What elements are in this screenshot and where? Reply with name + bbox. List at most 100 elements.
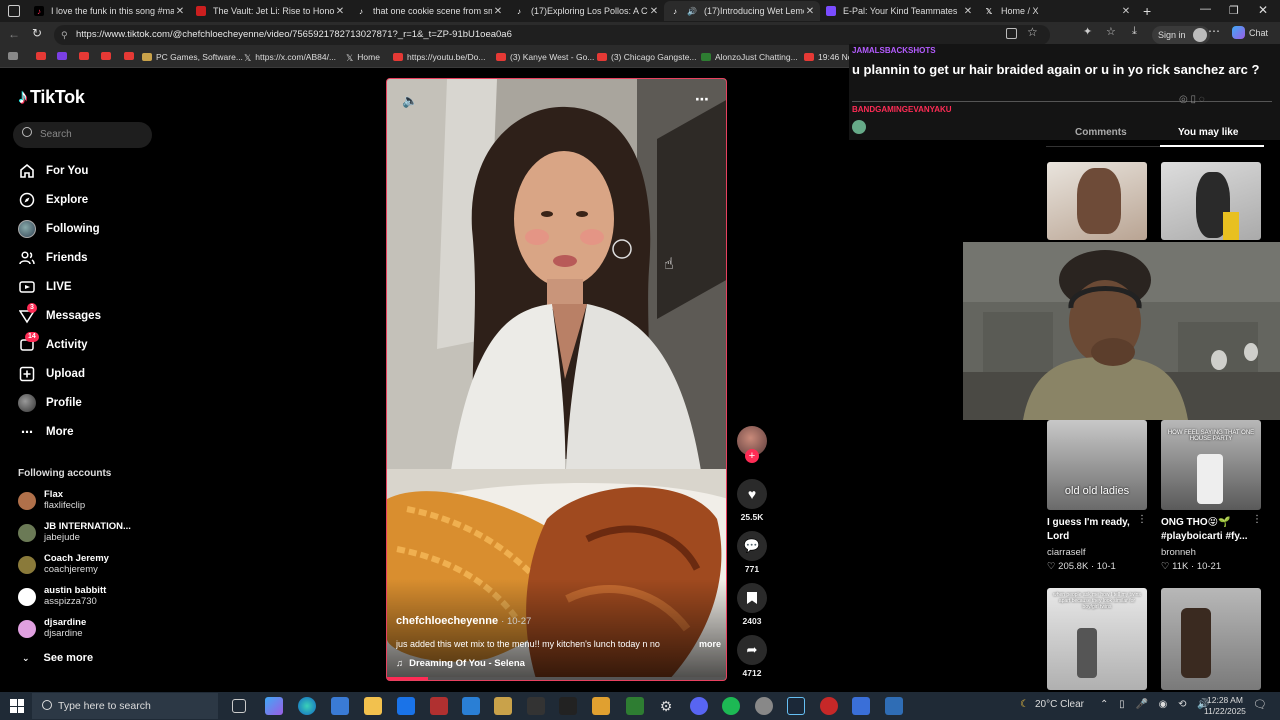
video-more-options-icon[interactable]: ⋯ [695,91,709,108]
suggested-video-thumbnail[interactable]: HOW FEEL SAYING THAT ONE HOUSE PARTY [1161,420,1261,510]
save-button[interactable]: 2403 [737,583,767,626]
favorites-icon[interactable]: ☆ [1106,25,1116,38]
bookmark-item[interactable] [57,52,71,60]
volume-icon[interactable]: 🔈 [402,93,418,109]
close-tab-icon[interactable]: ✕ [1120,6,1132,17]
tab-comments[interactable]: Comments [1075,127,1127,138]
video-more-options-icon[interactable]: ⋮ [1137,514,1147,525]
close-tab-icon[interactable]: ✕ [648,6,660,17]
suggested-video-user[interactable]: ciarraself [1047,547,1086,558]
copilot-chat-button[interactable]: Chat [1232,26,1268,39]
browser-tab[interactable]: 𝕏 Home / X ✕ [978,1,1136,21]
nav-following[interactable]: Following [18,220,100,238]
close-window-button[interactable]: ✕ [1258,3,1268,17]
app-icon[interactable] [592,697,610,715]
copilot-taskbar-icon[interactable] [265,697,283,715]
bookmark-item[interactable] [101,52,115,60]
tiktok-logo[interactable]: ♪ TikTok [18,86,85,109]
share-button[interactable]: ➦ 4712 [737,635,767,678]
bookmark-item[interactable]: PC Games, Software... [142,52,243,62]
following-account[interactable]: austin babbitt asspizza730 [18,585,106,608]
extensions-icon[interactable]: ✦ [1083,25,1092,38]
window-menu-icon[interactable] [8,5,20,17]
close-tab-icon[interactable]: ✕ [962,6,974,17]
suggested-video-title[interactable]: ONG THO😝🌱 #playboicarti #fy... [1161,516,1255,544]
spotify-icon[interactable] [722,697,740,715]
bookmark-item[interactable]: https://youtu.be/Do... [393,52,485,62]
app-icon[interactable] [885,697,903,715]
browser-tab[interactable]: E-Pal: Your Kind Teammates ✕ [820,1,978,21]
maximize-button[interactable]: ❐ [1229,4,1239,17]
suggested-video-thumbnail[interactable]: when people ask me how I tell my twins a… [1047,588,1147,690]
browser-tab-active[interactable]: ♪ 🔊 (17)Introducing Wet Lemon ✕ [664,1,820,21]
bookmark-item[interactable] [36,52,50,60]
search-input[interactable]: Search [13,122,152,148]
store-icon[interactable] [331,697,349,715]
outlook-icon[interactable] [397,697,415,715]
app-icon[interactable] [755,697,773,715]
nav-activity[interactable]: 14 Activity [18,332,88,354]
taskbar-search-input[interactable]: Type here to search [32,693,218,719]
app-icon[interactable] [494,697,512,715]
browser-tab[interactable]: The Vault: Jet Li: Rise to Honor (P ✕ [190,1,350,21]
bookmark-item[interactable]: AlonzoJust Chatting... [701,52,798,62]
browser-tab[interactable]: ♪ (17)Exploring Los Pollos: A Coupl ✕ [508,1,664,21]
video-author[interactable]: chefchloecheyenne [396,615,498,627]
nav-more[interactable]: ⋯ More [18,423,73,441]
file-explorer-icon[interactable] [364,697,382,715]
video-music[interactable]: ♫ Dreaming Of You - Selena [396,658,525,669]
suggested-video-thumbnail[interactable]: old old ladies [1047,420,1147,510]
app-icon[interactable] [462,697,480,715]
bookmark-item[interactable]: (3) Kanye West - Go... [496,52,594,62]
app-icon[interactable] [820,697,838,715]
app-icon[interactable] [559,697,577,715]
app-icon[interactable] [430,697,448,715]
following-account[interactable]: Flax flaxlifeclip [18,489,85,512]
favorite-star-icon[interactable]: ☆ [1027,25,1038,39]
bookmark-item[interactable] [79,52,93,60]
suggested-video-title[interactable]: I guess I'm ready, Lord [1047,516,1151,544]
edge-browser-icon[interactable] [298,697,316,715]
close-tab-icon[interactable]: ✕ [334,6,346,17]
following-account[interactable]: JB INTERNATION... jabejude [18,521,131,544]
creator-avatar[interactable]: + [737,426,767,463]
steam-icon[interactable] [787,697,805,715]
back-icon[interactable]: ← [8,27,20,41]
browser-tab[interactable]: ♪ that one cookie scene from smile ✕ [350,1,508,21]
speaker-icon[interactable]: 🔊 [687,6,697,16]
nav-explore[interactable]: Explore [18,191,88,209]
nav-messages[interactable]: 3 Messages [18,303,101,325]
following-account[interactable]: Coach Jeremy coachjeremy [18,553,109,576]
bookmark-item[interactable]: 𝕏https://x.com/AB84/... [244,52,336,63]
sign-in-button[interactable]: Sign in [1152,26,1210,44]
new-tab-button[interactable]: + [1143,3,1151,19]
nav-friends[interactable]: Friends [18,249,88,267]
task-view-icon[interactable] [232,699,246,713]
app-icon[interactable] [852,697,870,715]
suggested-video-thumbnail[interactable] [1161,162,1261,240]
weather-widget[interactable]: ☾ 20°C Clear [1020,699,1084,710]
close-tab-icon[interactable]: ✕ [174,6,186,17]
suggested-video-thumbnail[interactable] [1047,162,1147,240]
nav-profile[interactable]: Profile [18,394,82,412]
bookmark-item[interactable]: 𝕏 Home [346,52,380,63]
comment-button[interactable]: 💬 771 [737,531,767,574]
downloads-icon[interactable]: ⤓ [1132,25,1137,38]
minimize-button[interactable]: — [1200,3,1211,15]
nav-for-you[interactable]: For You [18,162,88,180]
nav-upload[interactable]: Upload [18,365,85,383]
suggested-video-user[interactable]: bronneh [1161,547,1196,558]
follow-plus-icon[interactable]: + [745,449,759,463]
video-more-options-icon[interactable]: ⋮ [1252,514,1262,525]
close-tab-icon[interactable]: ✕ [804,6,816,17]
see-more-button[interactable]: ⌄ See more [22,652,93,664]
bookmark-folder-icon[interactable] [8,52,22,60]
discord-icon[interactable] [690,697,708,715]
refresh-icon[interactable]: ↻ [32,26,42,40]
more-options-icon[interactable]: ⋯ [1208,24,1220,38]
system-tray-icons[interactable]: ⌃ ▯ 🎤 ◉ ⟲ 🔊 [1100,699,1214,710]
clock[interactable]: 12:28 AM 11/22/2025 [1204,695,1246,717]
split-screen-icon[interactable] [1006,28,1017,39]
windows-start-icon[interactable] [10,699,24,713]
browser-tab[interactable]: ♪ I love the funk in this song #mail ✕ [28,1,190,21]
